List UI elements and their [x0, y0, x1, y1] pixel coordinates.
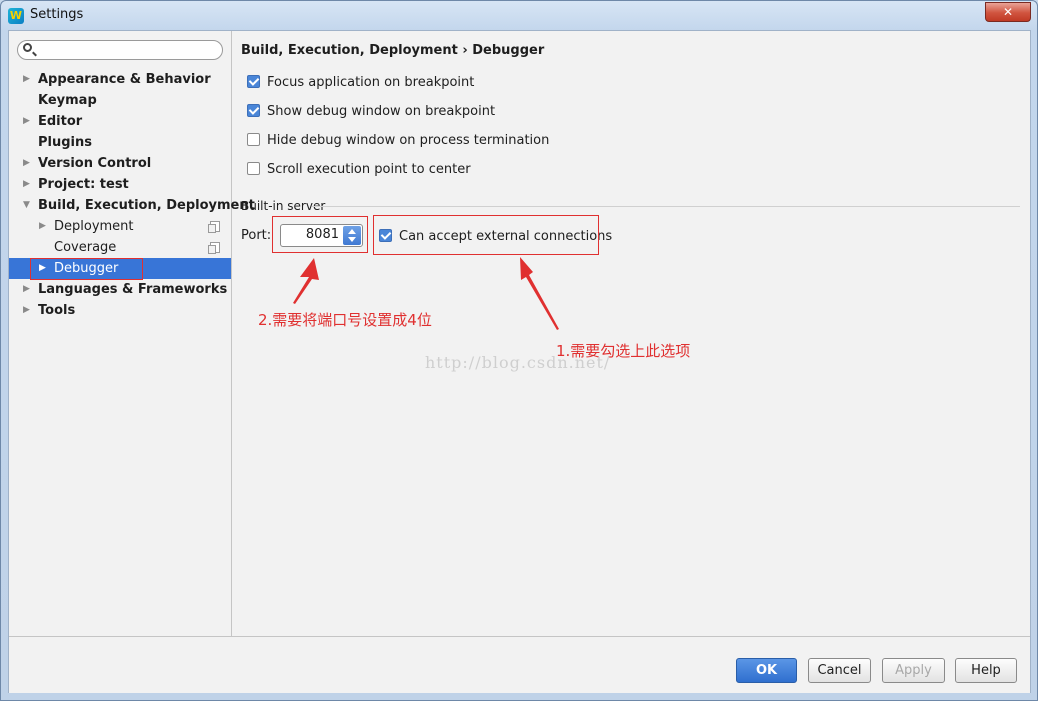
expand-arrow-icon[interactable]: ▶: [23, 174, 33, 195]
scroll-to-center-option[interactable]: Scroll execution point to center: [247, 161, 471, 179]
show-debug-window-checkbox[interactable]: [247, 104, 260, 117]
sidebar-item-label: Keymap: [38, 93, 97, 108]
sidebar-item-editor[interactable]: ▶ Editor: [9, 111, 231, 132]
dialog-footer: OK Cancel Apply Help: [9, 636, 1030, 693]
breadcrumb: Build, Execution, Deployment › Debugger: [241, 43, 544, 58]
search-input[interactable]: [17, 40, 223, 60]
debugger-highlight-box: [30, 258, 143, 280]
port-highlight-box: [272, 216, 368, 253]
sidebar-item-tools[interactable]: ▶ Tools: [9, 300, 231, 321]
window-title: Settings: [30, 7, 84, 22]
project-copy-icon: [208, 221, 220, 233]
cancel-button[interactable]: Cancel: [808, 658, 871, 683]
sidebar-item-version-control[interactable]: ▶ Version Control: [9, 153, 231, 174]
expand-arrow-icon[interactable]: ▶: [23, 69, 33, 90]
breadcrumb-parent: Build, Execution, Deployment: [241, 43, 458, 58]
checkbox-label: Show debug window on breakpoint: [267, 104, 496, 119]
checkbox-label: Hide debug window on process termination: [267, 133, 550, 148]
show-debug-window-option[interactable]: Show debug window on breakpoint: [247, 103, 495, 121]
ok-button[interactable]: OK: [736, 658, 797, 683]
sidebar-item-coverage[interactable]: Coverage: [9, 237, 231, 258]
expand-arrow-icon[interactable]: ▶: [23, 300, 33, 321]
webstorm-icon: W: [8, 8, 24, 24]
sidebar-item-label: Project: test: [38, 177, 129, 192]
sidebar-item-label: Plugins: [38, 135, 92, 150]
expand-arrow-icon[interactable]: ▶: [23, 279, 33, 300]
annotation-arrows: [293, 257, 559, 330]
search-icon: [23, 43, 32, 52]
apply-button[interactable]: Apply: [882, 658, 945, 683]
breadcrumb-separator: ›: [462, 43, 468, 58]
section-divider: [312, 206, 1020, 207]
sidebar-item-label: Coverage: [54, 240, 117, 255]
sidebar-item-label: Appearance & Behavior: [38, 72, 211, 87]
external-highlight-box: [373, 215, 599, 255]
expand-arrow-icon[interactable]: ▶: [23, 153, 33, 174]
watermark: http://blog.csdn.net/: [425, 353, 611, 372]
scroll-to-center-checkbox[interactable]: [247, 162, 260, 175]
breadcrumb-current: Debugger: [472, 43, 545, 58]
checkbox-label: Scroll execution point to center: [267, 162, 471, 177]
debugger-settings-panel: Build, Execution, Deployment › Debugger …: [232, 31, 1030, 636]
hide-debug-window-checkbox[interactable]: [247, 133, 260, 146]
dialog-body: ▶ Appearance & Behavior Keymap ▶ Editor …: [8, 30, 1031, 693]
checkbox-label: Focus application on breakpoint: [267, 75, 475, 90]
port-annotation: 2.需要将端口号设置成4位: [258, 311, 432, 329]
focus-on-breakpoint-checkbox[interactable]: [247, 75, 260, 88]
collapse-arrow-icon[interactable]: ▼: [23, 195, 33, 216]
hide-debug-window-option[interactable]: Hide debug window on process termination: [247, 132, 549, 150]
sidebar-item-project[interactable]: ▶ Project: test: [9, 174, 231, 195]
external-arrow: [520, 257, 559, 330]
sidebar-item-deployment[interactable]: ▶ Deployment: [9, 216, 231, 237]
sidebar-item-label: Tools: [38, 303, 76, 318]
sidebar-item-appearance-behavior[interactable]: ▶ Appearance & Behavior: [9, 69, 231, 90]
focus-on-breakpoint-option[interactable]: Focus application on breakpoint: [247, 74, 474, 92]
sidebar-item-label: Version Control: [38, 156, 152, 171]
sidebar-item-languages-frameworks[interactable]: ▶ Languages & Frameworks: [9, 279, 231, 300]
title-bar: W Settings ✕: [1, 1, 1037, 31]
project-copy-icon: [208, 242, 220, 254]
close-button[interactable]: ✕: [985, 2, 1031, 22]
settings-window: W Settings ✕ ▶ Appearance & Behavior Key…: [0, 0, 1038, 701]
sidebar-item-keymap[interactable]: Keymap: [9, 90, 231, 111]
sidebar-item-build-execution-deployment[interactable]: ▼ Build, Execution, Deployment: [9, 195, 255, 216]
sidebar-item-label: Build, Execution, Deployment: [38, 198, 255, 213]
sidebar-item-label: Deployment: [54, 219, 134, 234]
port-arrow: [293, 258, 319, 304]
expand-arrow-icon[interactable]: ▶: [39, 216, 49, 237]
expand-arrow-icon[interactable]: ▶: [23, 111, 33, 132]
sidebar-item-plugins[interactable]: Plugins: [9, 132, 231, 153]
port-label: Port:: [241, 228, 272, 243]
sidebar-item-label: Editor: [38, 114, 83, 129]
help-button[interactable]: Help: [955, 658, 1017, 683]
sidebar-item-label: Languages & Frameworks: [38, 282, 228, 297]
settings-sidebar: ▶ Appearance & Behavior Keymap ▶ Editor …: [9, 31, 255, 636]
